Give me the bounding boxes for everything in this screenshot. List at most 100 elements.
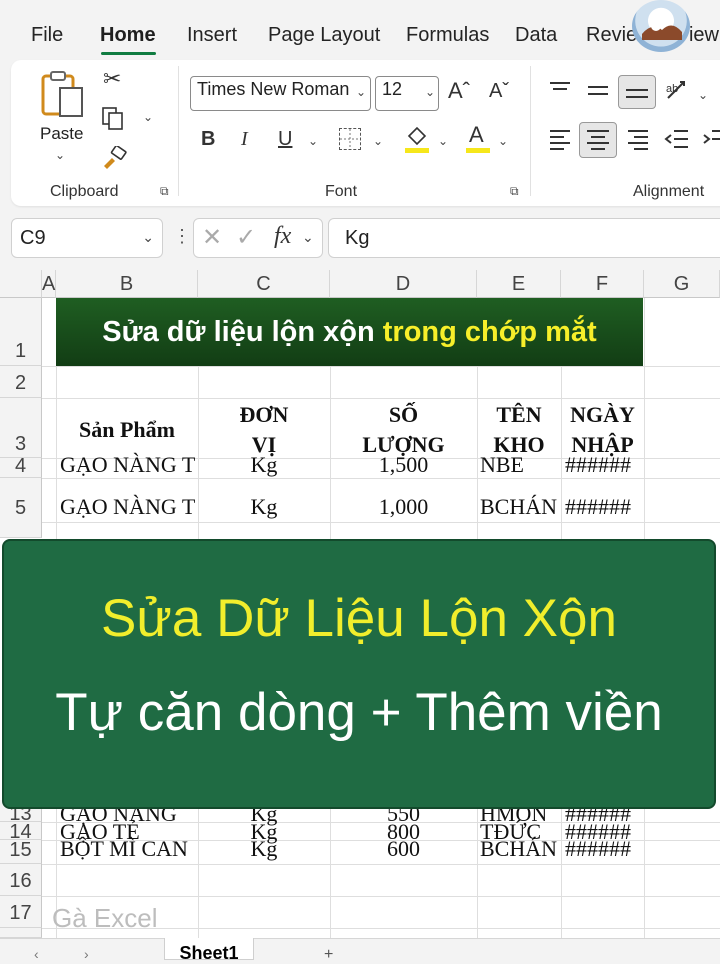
- table-cell-date[interactable]: ######: [565, 836, 644, 862]
- header-qty-line1[interactable]: SỐ: [330, 400, 477, 430]
- fill-color-icon[interactable]: [403, 124, 431, 154]
- row-header-18[interactable]: [0, 928, 42, 938]
- table-cell-unit[interactable]: Kg: [198, 836, 330, 862]
- header-unit-line1[interactable]: ĐƠN: [198, 400, 330, 430]
- table-cell-product[interactable]: GẠO NÀNG T: [60, 494, 198, 520]
- table-cell-product[interactable]: BỘT MÌ CAN: [60, 836, 198, 862]
- menu-insert[interactable]: Insert: [187, 24, 237, 47]
- font-color-icon[interactable]: A: [465, 122, 491, 154]
- formula-input[interactable]: Kg: [328, 218, 720, 258]
- header-store-line1[interactable]: TÊN: [477, 400, 561, 430]
- svg-text:ab: ab: [666, 83, 678, 95]
- promo-overlay: [2, 539, 716, 809]
- column-header-b[interactable]: B: [56, 270, 198, 298]
- add-sheet-icon[interactable]: +: [324, 946, 333, 964]
- select-all-corner[interactable]: [0, 270, 42, 298]
- font-name-chevron-icon[interactable]: ⌄: [356, 85, 366, 99]
- column-header-g[interactable]: G: [644, 270, 720, 298]
- increase-font-size-icon[interactable]: Aˆ: [448, 78, 470, 104]
- font-name-select[interactable]: Times New Roman: [190, 76, 371, 111]
- column-header-c[interactable]: C: [198, 270, 330, 298]
- borders-icon[interactable]: [339, 128, 361, 150]
- table-cell-unit[interactable]: Kg: [198, 494, 330, 520]
- name-box[interactable]: C9 ⌄: [11, 218, 163, 258]
- column-header-a[interactable]: A: [42, 270, 56, 298]
- watermark: Gà Excel: [52, 903, 158, 933]
- decrease-font-size-icon[interactable]: Aˇ: [489, 80, 509, 103]
- paste-dropdown-chevron-icon[interactable]: ⌄: [55, 148, 65, 162]
- table-cell-store[interactable]: BCHÁN: [480, 494, 561, 520]
- fx-chevron-icon[interactable]: ⌄: [302, 229, 314, 246]
- font-color-chevron-icon[interactable]: ⌄: [498, 134, 508, 148]
- table-cell-qty[interactable]: 600: [330, 836, 477, 862]
- name-box-value: C9: [20, 227, 46, 249]
- orientation-icon[interactable]: ab: [664, 78, 692, 104]
- increase-indent-icon[interactable]: [702, 128, 720, 150]
- underline-chevron-icon[interactable]: ⌄: [308, 134, 318, 148]
- align-left-icon[interactable]: [548, 128, 572, 150]
- underline-button[interactable]: U: [278, 128, 292, 151]
- grid-line: [42, 896, 720, 897]
- clipboard-group-label: Clipboard: [50, 183, 119, 200]
- menu-bar: File Home Insert Page Layout Formulas Da…: [0, 0, 720, 58]
- row-header-1[interactable]: 1: [0, 298, 42, 366]
- cut-icon[interactable]: ✂: [103, 66, 121, 92]
- paste-button[interactable]: Paste: [40, 124, 83, 144]
- align-bottom-button[interactable]: [618, 75, 656, 109]
- paste-icon[interactable]: [40, 70, 86, 120]
- table-cell-date[interactable]: ######: [565, 494, 644, 520]
- row-header-16[interactable]: 16: [0, 864, 42, 896]
- header-date-line1[interactable]: NGÀY: [561, 400, 644, 430]
- menu-page-layout[interactable]: Page Layout: [268, 24, 380, 47]
- more-options-icon[interactable]: ⋮: [173, 226, 191, 247]
- active-tab-indicator: [101, 52, 156, 55]
- header-product[interactable]: Sản Phẩm: [56, 415, 198, 445]
- menu-file[interactable]: File: [31, 24, 63, 47]
- enter-icon[interactable]: ✓: [236, 223, 256, 252]
- cancel-icon[interactable]: ✕: [202, 223, 222, 252]
- table-cell-unit[interactable]: Kg: [198, 452, 330, 478]
- bold-button[interactable]: B: [201, 128, 215, 151]
- menu-data[interactable]: Data: [515, 24, 557, 47]
- grid-line: [42, 398, 720, 399]
- row-header-4[interactable]: 4: [0, 456, 42, 478]
- row-header-17[interactable]: 17: [0, 896, 42, 928]
- table-cell-store[interactable]: BCHÁN: [480, 836, 561, 862]
- clipboard-launcher-icon[interactable]: ⧉: [160, 184, 169, 199]
- format-painter-icon[interactable]: [101, 144, 127, 170]
- borders-chevron-icon[interactable]: ⌄: [373, 134, 383, 148]
- copy-icon[interactable]: [101, 106, 125, 132]
- row-header-15[interactable]: 15: [0, 840, 42, 864]
- column-header-d[interactable]: D: [330, 270, 477, 298]
- font-size-chevron-icon[interactable]: ⌄: [425, 85, 435, 99]
- table-cell-qty[interactable]: 1,000: [330, 494, 477, 520]
- table-cell-qty[interactable]: 1,500: [330, 452, 477, 478]
- row-header-5[interactable]: 5: [0, 478, 42, 538]
- table-cell-date[interactable]: ######: [565, 452, 644, 478]
- align-middle-icon[interactable]: [586, 82, 610, 100]
- name-box-chevron-icon[interactable]: ⌄: [142, 229, 154, 246]
- orientation-chevron-icon[interactable]: ⌄: [698, 88, 708, 102]
- sheet-tab-sheet1[interactable]: Sheet1: [164, 938, 254, 960]
- table-cell-product[interactable]: GẠO NÀNG T: [60, 452, 198, 478]
- insert-function-icon[interactable]: fx: [274, 223, 291, 250]
- row-header-2[interactable]: 2: [0, 366, 42, 398]
- row-header-14[interactable]: 14: [0, 822, 42, 842]
- font-launcher-icon[interactable]: ⧉: [510, 184, 519, 199]
- align-top-icon[interactable]: [548, 80, 572, 98]
- grid-line: [42, 864, 720, 865]
- align-center-icon: [587, 130, 609, 150]
- menu-formulas[interactable]: Formulas: [406, 24, 489, 47]
- column-header-e[interactable]: E: [477, 270, 561, 298]
- fill-color-chevron-icon[interactable]: ⌄: [438, 134, 448, 148]
- decrease-indent-icon[interactable]: [664, 128, 690, 150]
- italic-button[interactable]: I: [241, 128, 248, 151]
- copy-dropdown-chevron-icon[interactable]: ⌄: [143, 110, 153, 124]
- row-header-3[interactable]: 3: [0, 398, 42, 458]
- align-right-icon[interactable]: [626, 128, 650, 150]
- table-cell-store[interactable]: NBE: [480, 452, 561, 478]
- avatar[interactable]: [632, 0, 690, 52]
- align-center-button[interactable]: [579, 122, 617, 158]
- column-header-f[interactable]: F: [561, 270, 644, 298]
- menu-home[interactable]: Home: [100, 24, 156, 47]
